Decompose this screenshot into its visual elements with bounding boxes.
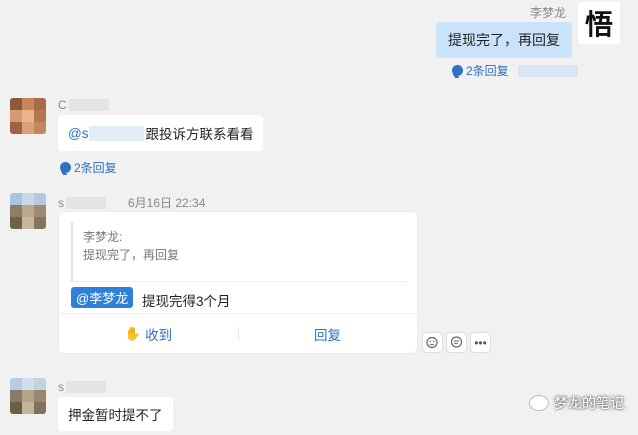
quoted-message[interactable]: 李梦龙: 提现完了，再回复: [71, 222, 407, 282]
message-text: 押金暂时提不了: [68, 408, 163, 423]
avatar-self[interactable]: 悟: [578, 2, 620, 44]
redacted-name: [66, 196, 106, 209]
message-text: 跟投诉方联系看看: [145, 127, 254, 142]
sender-name-user-1: C: [58, 98, 109, 112]
reply-count-label: 2条回复: [466, 64, 509, 78]
mention-link[interactable]: @s: [68, 126, 88, 141]
wechat-icon: [529, 395, 549, 411]
message-timestamp: 6月16日 22:34: [128, 196, 206, 210]
more-icon[interactable]: •••: [470, 332, 491, 353]
redacted-block: [517, 64, 578, 77]
sender-name-user-3: s: [58, 380, 106, 394]
hand-icon: ✋: [124, 325, 142, 341]
watermark: 梦龙的笔记: [521, 390, 632, 416]
avatar-user-1[interactable]: [10, 98, 46, 134]
reply-count-link-self[interactable]: 2条回复: [452, 62, 578, 79]
emoji-add-icon[interactable]: [422, 332, 443, 353]
reply-button[interactable]: 回复: [238, 324, 417, 344]
message-bubble-user-3[interactable]: 押金暂时提不了: [58, 397, 173, 431]
reply-bubble-icon: [452, 65, 463, 76]
comment-icon[interactable]: [446, 332, 467, 353]
card-action-bar: ✋ 收到 回复: [59, 313, 417, 353]
redacted-name: [66, 381, 106, 393]
redacted-name: [68, 99, 109, 111]
reply-bubble-icon: [60, 162, 71, 173]
receive-button[interactable]: ✋ 收到: [59, 324, 238, 344]
quote-text: 提现完了，再回复: [83, 248, 180, 262]
message-bubble-user-1[interactable]: @s 跟投诉方联系看看: [58, 115, 264, 151]
avatar-user-3[interactable]: [10, 378, 46, 414]
reply-count-label: 2条回复: [74, 161, 117, 175]
message-card-user-2[interactable]: 李梦龙: 提现完了，再回复 @李梦龙 提现完得3个月 ✋ 收到 回复: [58, 211, 418, 354]
message-toolbar: •••: [422, 332, 491, 353]
avatar-user-2[interactable]: [10, 193, 46, 229]
reply-count-link-user-1[interactable]: 2条回复: [60, 159, 117, 176]
watermark-text: 梦龙的笔记: [554, 395, 624, 411]
redacted-mention: [89, 125, 145, 141]
message-bubble-self[interactable]: 提现完了，再回复: [436, 22, 572, 58]
quote-author: 李梦龙:: [83, 230, 123, 244]
message-text: 提现完得3个月: [142, 294, 231, 309]
sender-name-self: 李梦龙: [529, 6, 566, 20]
mention-chip[interactable]: @李梦龙: [71, 287, 134, 308]
sender-name-user-2: s 6月16日 22:34: [58, 195, 206, 211]
